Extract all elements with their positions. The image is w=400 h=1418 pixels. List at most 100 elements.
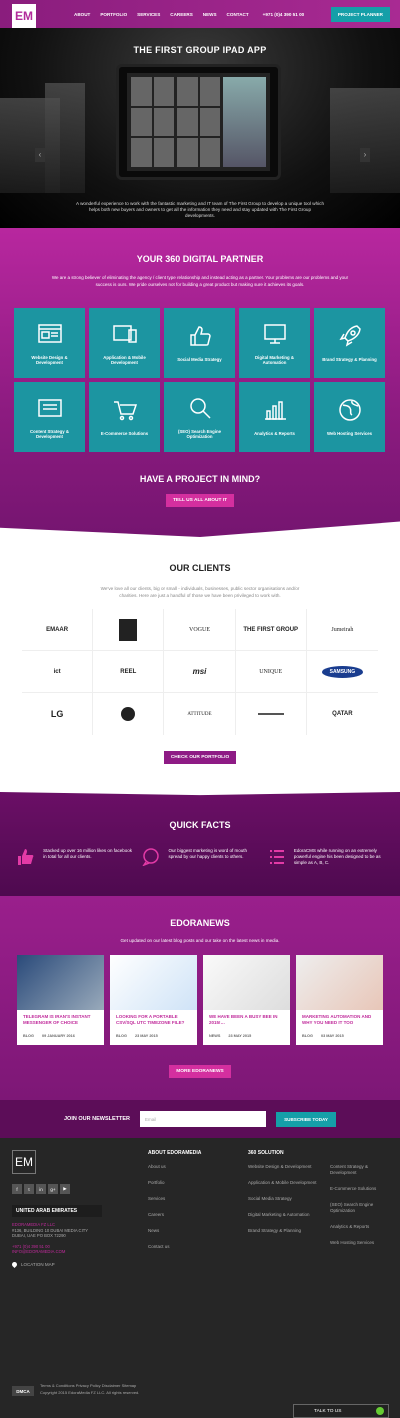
country-selector[interactable]: UNITED ARAB EMIRATES [12, 1205, 102, 1217]
service-tile-content-strategy[interactable]: Content Strategy & Development [14, 382, 85, 452]
project-title: HAVE A PROJECT IN MIND? [139, 474, 261, 484]
thumbs-up-icon [189, 326, 211, 346]
client-logo-12 [93, 693, 165, 735]
nav-about[interactable]: ABOUT [74, 12, 90, 17]
newsletter-email-input[interactable]: Email [140, 1111, 267, 1127]
copyright: Terms & Conditions Privacy Policy Discla… [40, 1383, 140, 1395]
news-image [203, 955, 290, 1010]
magnifier-icon [189, 397, 211, 419]
cart-icon [113, 401, 137, 421]
main-nav: ABOUT PORTFOLIO SERVICES CAREERS NEWS CO… [74, 12, 249, 17]
client-logo-samsung: SAMSUNG [306, 651, 378, 693]
talk-to-us-button[interactable]: TALK TO US [293, 1404, 389, 1418]
service-tile-app-development[interactable]: Application & Mobile Development [89, 308, 160, 378]
newsletter-label: JOIN OUR NEWSLETTER [64, 1116, 131, 1122]
bar-chart-icon [264, 401, 286, 420]
partner-text: We are a strong believer of eliminating … [51, 275, 349, 287]
more-news-button[interactable]: MORE EDORANEWS [169, 1065, 231, 1078]
hero-title: THE FIRST GROUP IPAD APP [133, 45, 267, 55]
service-tile-digital-marketing[interactable]: Digital Marketing & Automation [239, 308, 310, 378]
client-logo-qatar: QATAR [332, 711, 353, 717]
globe-icon [338, 399, 361, 421]
footer: EM f t in g+ ▶ UNITED ARAB EMIRATES EDOR… [0, 1138, 400, 1418]
news-card[interactable]: WE HAVE BEEN A BUSY BEE IN 2015!… NEWS 23 … [203, 955, 290, 1045]
footer-solution-column: 360 SOLUTION Website Design & Developmen… [248, 1150, 317, 1233]
service-tile-ecommerce[interactable]: E-Commerce Solutions [89, 382, 160, 452]
footer-solution-column-2: Content Strategy & Development E-Commerce… [330, 1164, 377, 1245]
client-logo-vogue: VOGUE [164, 609, 236, 651]
fact-item: Stacked up over 16 million likes on face… [17, 848, 132, 866]
slider-prev-button[interactable]: ‹ [35, 148, 45, 162]
client-logo-msi: msi [164, 651, 236, 693]
project-planner-button[interactable]: PROJECT PLANNER [330, 6, 390, 22]
fact-item: Our biggest marketing is word of mouth s… [142, 848, 257, 866]
services-grid: Website Design & Development Application… [14, 308, 386, 452]
service-tile-web-hosting[interactable]: Web Hosting Services [314, 382, 385, 452]
partner-title: YOUR 360 DIGITAL PARTNER [136, 254, 264, 264]
clients-text: We've love all our clients, big or small… [100, 586, 300, 598]
hero-slider: THE FIRST GROUP IPAD APP ‹ › A wonderful… [0, 28, 400, 228]
news-card[interactable]: TELEGRAM IS IRAN'S INSTANT MESSENGER OF … [17, 955, 104, 1045]
nav-portfolio[interactable]: PORTFOLIO [100, 12, 127, 17]
client-logo-emaar: EMAAR [22, 609, 94, 651]
google-plus-icon[interactable]: g+ [48, 1184, 58, 1194]
digital-partner-section: YOUR 360 DIGITAL PARTNER We are a strong… [0, 228, 400, 537]
news-image [296, 955, 383, 1010]
phone-number[interactable]: +971 (0)4 390 51 00 [263, 12, 305, 17]
service-tile-seo[interactable]: (SEO) Search Engine Optimization [164, 382, 235, 452]
logo[interactable]: EM [12, 4, 36, 28]
monitor-icon [263, 323, 286, 344]
check-portfolio-button[interactable]: CHECK OUR PORTFOLIO [163, 751, 237, 764]
subscribe-button[interactable]: SUBSCRIBE TODAY [276, 1111, 336, 1127]
news-image [110, 955, 197, 1010]
service-tile-social-media[interactable]: Social Media Strategy [164, 308, 235, 378]
client-logo-reel: REEL [93, 651, 165, 693]
rocket-icon [338, 325, 361, 347]
location-map-link[interactable]: LOCATION MAP [10, 1260, 388, 1268]
tell-us-button[interactable]: TELL US ALL ABOUT IT [165, 494, 235, 507]
quick-facts-section: QUICK FACTS Stacked up over 16 million l… [0, 792, 400, 896]
chat-icon [142, 848, 160, 866]
city-building [330, 88, 400, 193]
youtube-icon[interactable]: ▶ [60, 1184, 70, 1194]
online-status-icon [376, 1407, 384, 1415]
facebook-icon[interactable]: f [12, 1184, 22, 1194]
clients-title: OUR CLIENTS [169, 563, 231, 573]
slider-next-button[interactable]: › [360, 148, 370, 162]
nav-careers[interactable]: CAREERS [170, 12, 192, 17]
client-logo-14 [236, 693, 307, 735]
newsletter-bar: JOIN OUR NEWSLETTER Email SUBSCRIBE TODA… [0, 1100, 400, 1138]
document-icon [37, 398, 62, 417]
linkedin-icon[interactable]: in [36, 1184, 46, 1194]
client-logo-unique: UNIQUE [235, 651, 307, 693]
list-icon [269, 850, 284, 864]
news-title: EDORANEWS [170, 918, 230, 928]
client-logo-jumeirah: Jumeirah [306, 609, 378, 651]
news-image [17, 955, 104, 1010]
header: EM ABOUT PORTFOLIO SERVICES CAREERS NEWS… [0, 0, 400, 28]
ipad-mockup [116, 64, 281, 180]
service-tile-brand-strategy[interactable]: Brand Strategy & Planning [314, 308, 385, 378]
news-card[interactable]: MARKETING AUTOMATION AND WHY YOU NEED IT… [296, 955, 383, 1045]
nav-contact[interactable]: CONTACT [227, 12, 249, 17]
nav-news[interactable]: NEWS [203, 12, 217, 17]
city-building [45, 83, 85, 193]
client-logos: EMAAR VOGUE THE FIRST GROUP Jumeirah ict… [22, 609, 378, 735]
dmca-badge[interactable]: DMCA [12, 1386, 34, 1396]
facts-title: QUICK FACTS [169, 820, 231, 830]
client-logo-lg: LG [22, 693, 94, 735]
service-tile-web-design[interactable]: Website Design & Development [14, 308, 85, 378]
thumbs-up-icon [18, 849, 34, 865]
news-section: EDORANEWS Get updated on our latest blog… [0, 896, 400, 1100]
nav-services[interactable]: SERVICES [137, 12, 160, 17]
news-card[interactable]: LOOKING FOR A PORTABLE CSV/SQL UTC TIMEZ… [110, 955, 197, 1045]
footer-about-column: ABOUT EDORAMEDIA About us Portfolio Servic… [148, 1150, 202, 1249]
footer-logo[interactable]: EM [12, 1150, 36, 1174]
client-logo-ict: ict [22, 651, 94, 693]
client-logo-2 [93, 609, 165, 651]
news-subtitle: Get updated on our latest blog posts and… [120, 938, 280, 943]
service-tile-analytics[interactable]: Analytics & Reports [239, 382, 310, 452]
twitter-icon[interactable]: t [24, 1184, 34, 1194]
hero-description: A wonderful experience to work with the … [75, 201, 325, 218]
client-logo-attitude: ATTITUDE [164, 693, 236, 735]
